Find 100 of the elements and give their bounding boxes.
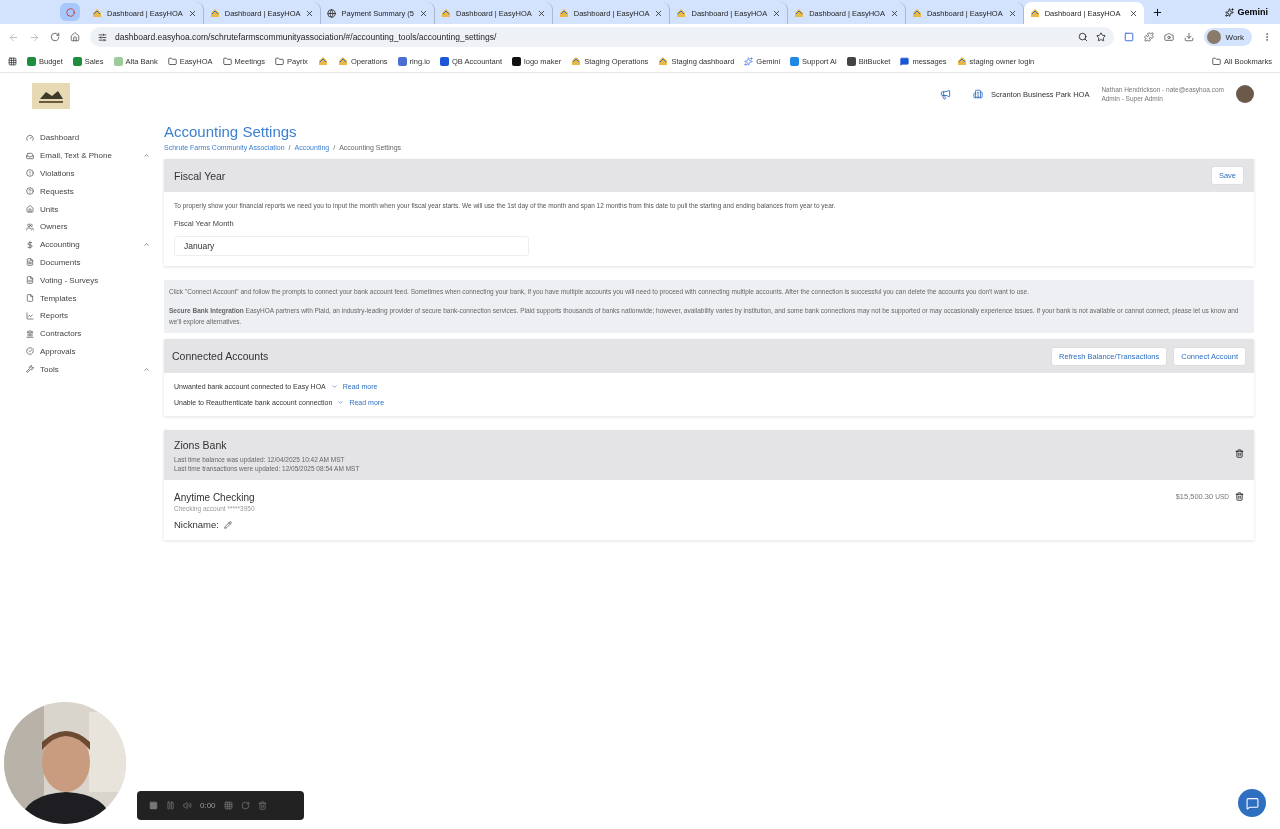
delete-icon[interactable] — [1235, 492, 1244, 502]
apps-icon[interactable] — [8, 56, 17, 66]
volume-icon[interactable] — [183, 801, 192, 810]
menu-item-icon — [26, 187, 34, 196]
close-icon[interactable] — [1007, 8, 1017, 18]
sidebar-item[interactable]: Requests — [26, 182, 150, 201]
page-title: Accounting Settings — [164, 123, 298, 140]
menu-item-icon — [26, 311, 34, 320]
nickname-label: Nickname: — [174, 519, 219, 531]
sidebar-item[interactable]: Templates — [26, 289, 150, 307]
profile-button[interactable]: Work — [1204, 28, 1252, 46]
sidebar-item[interactable]: Violations — [26, 164, 150, 183]
house-icon — [558, 8, 569, 18]
close-icon[interactable] — [654, 8, 664, 18]
sidebar-item[interactable]: Email, Text & Phone — [26, 146, 150, 165]
chat-button[interactable] — [1238, 789, 1266, 817]
folder-icon — [167, 56, 177, 66]
sidebar-item[interactable]: Documents — [26, 253, 150, 272]
record-tab[interactable] — [60, 3, 80, 21]
close-icon[interactable] — [305, 8, 315, 18]
building-icon — [973, 89, 983, 99]
bank-name: Zions Bank — [174, 439, 228, 452]
puzzle-icon[interactable] — [1144, 32, 1155, 42]
gemini-button[interactable]: Gemini — [1219, 4, 1274, 20]
house-icon — [794, 8, 805, 18]
account-name: Anytime Checking — [174, 492, 256, 504]
house-icon — [911, 8, 922, 18]
sidebar-item[interactable]: Units — [26, 200, 150, 218]
folder-icon — [275, 56, 285, 66]
home-icon[interactable] — [70, 32, 80, 42]
menu-item-icon — [26, 205, 34, 214]
house-icon — [571, 56, 582, 66]
spreadsheet-icon — [72, 56, 82, 66]
zoom-icon[interactable] — [1078, 32, 1089, 42]
house-icon — [337, 56, 348, 66]
extension-icon[interactable] — [1124, 32, 1135, 42]
menu-item-icon — [26, 365, 34, 374]
camera-icon[interactable] — [1164, 32, 1175, 42]
menu-item-icon — [26, 329, 34, 338]
reload-icon[interactable] — [50, 32, 60, 42]
logo[interactable] — [32, 83, 70, 109]
avatar-icon — [1207, 30, 1222, 44]
close-icon[interactable] — [536, 8, 546, 18]
close-icon[interactable] — [772, 8, 782, 18]
download-icon[interactable] — [1184, 32, 1195, 42]
menu-item-icon — [26, 169, 34, 178]
house-icon — [1029, 8, 1040, 18]
close-icon[interactable] — [889, 8, 899, 18]
sidebar-item[interactable]: Tools — [26, 360, 150, 379]
logo-icon — [512, 56, 522, 66]
house-icon — [676, 8, 687, 18]
month-select[interactable]: January — [174, 236, 529, 256]
megaphone-icon[interactable] — [940, 88, 951, 100]
globe-icon — [327, 8, 337, 18]
menu-item-icon — [26, 151, 34, 160]
recording-time: 0:00 — [200, 801, 216, 810]
pause-icon[interactable] — [166, 801, 175, 810]
sidebar-item[interactable]: Accounting — [26, 235, 150, 254]
info-icon — [440, 56, 449, 66]
sidebar-item[interactable]: Owners — [26, 218, 150, 236]
sidebar-item[interactable]: Dashboard — [26, 129, 150, 147]
delete-icon[interactable] — [1235, 449, 1244, 459]
chevron-icon[interactable] — [143, 365, 150, 373]
close-icon[interactable] — [187, 8, 197, 18]
folder-icon — [222, 56, 232, 66]
chevron-icon[interactable] — [143, 241, 150, 249]
stop-icon[interactable] — [149, 801, 158, 810]
house-icon — [658, 56, 669, 66]
menu-item-icon — [26, 276, 34, 285]
house-icon — [441, 8, 451, 18]
star-icon[interactable] — [1096, 32, 1107, 42]
menu-item-icon — [26, 240, 34, 249]
house-icon — [92, 8, 102, 18]
address-bar[interactable]: dashboard.easyhoa.com/schrutefarmscommunityassociation/#/accounting_tools/accounting_settings/ — [90, 27, 1115, 47]
site-settings-icon[interactable] — [98, 32, 107, 42]
menu-item-icon — [26, 294, 34, 303]
house-icon — [956, 56, 967, 66]
house-icon — [209, 8, 220, 18]
menu-item-icon — [26, 133, 34, 142]
close-icon[interactable] — [1128, 8, 1138, 18]
menu-item-icon — [26, 222, 34, 231]
new-tab-icon[interactable] — [1151, 6, 1163, 18]
chevron-icon[interactable] — [143, 152, 150, 160]
drop-icon — [790, 56, 800, 66]
chat-icon — [1245, 796, 1259, 810]
sparkle-icon — [744, 56, 754, 66]
grid-icon[interactable] — [223, 801, 233, 810]
folder-icon — [1212, 56, 1222, 66]
sidebar-item[interactable]: Reports — [26, 306, 150, 325]
restart-icon[interactable] — [240, 801, 250, 810]
avatar[interactable] — [1236, 85, 1254, 103]
spreadsheet-icon — [27, 56, 36, 66]
sidebar-item[interactable]: Approvals — [26, 342, 150, 361]
record-icon — [65, 7, 75, 17]
url-text: dashboard.easyhoa.com/schrutefarmscommunityassociation/#/accounting_tools/accounting_settings/ — [115, 32, 498, 42]
close-icon[interactable] — [419, 8, 428, 18]
edit-icon[interactable] — [223, 521, 232, 529]
sidebar-item[interactable]: Voting - Surveys — [26, 271, 150, 290]
sidebar-item[interactable]: Contractors — [26, 324, 150, 343]
chat-icon — [900, 56, 910, 66]
